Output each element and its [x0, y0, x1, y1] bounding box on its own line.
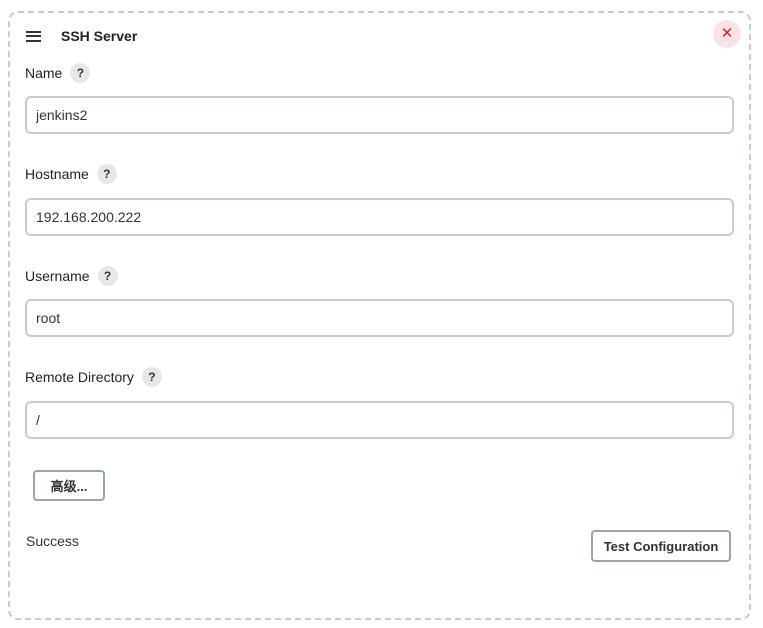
username-input[interactable] — [25, 299, 734, 337]
section-header: SSH Server — [26, 26, 137, 46]
remote-directory-help-icon[interactable]: ? — [142, 367, 162, 387]
remote-directory-label-text: Remote Directory — [25, 369, 134, 385]
username-help-icon[interactable]: ? — [98, 266, 118, 286]
name-help-icon[interactable]: ? — [70, 63, 90, 83]
username-label: Username ? — [25, 266, 118, 286]
hamburger-icon[interactable] — [26, 31, 41, 42]
hostname-help-icon[interactable]: ? — [97, 164, 117, 184]
remote-directory-input[interactable] — [25, 401, 734, 439]
hostname-label: Hostname ? — [25, 164, 117, 184]
section-title: SSH Server — [61, 28, 137, 44]
test-configuration-button[interactable]: Test Configuration — [591, 530, 731, 562]
name-input[interactable] — [25, 96, 734, 134]
close-button[interactable]: ✕ — [713, 20, 741, 48]
remote-directory-label: Remote Directory ? — [25, 367, 162, 387]
hostname-input[interactable] — [25, 198, 734, 236]
close-icon: ✕ — [721, 25, 734, 42]
name-label: Name ? — [25, 63, 90, 83]
status-text: Success — [26, 533, 79, 549]
hostname-label-text: Hostname — [25, 166, 89, 182]
advanced-button[interactable]: 高级... — [33, 470, 105, 501]
username-label-text: Username — [25, 268, 90, 284]
name-label-text: Name — [25, 65, 62, 81]
